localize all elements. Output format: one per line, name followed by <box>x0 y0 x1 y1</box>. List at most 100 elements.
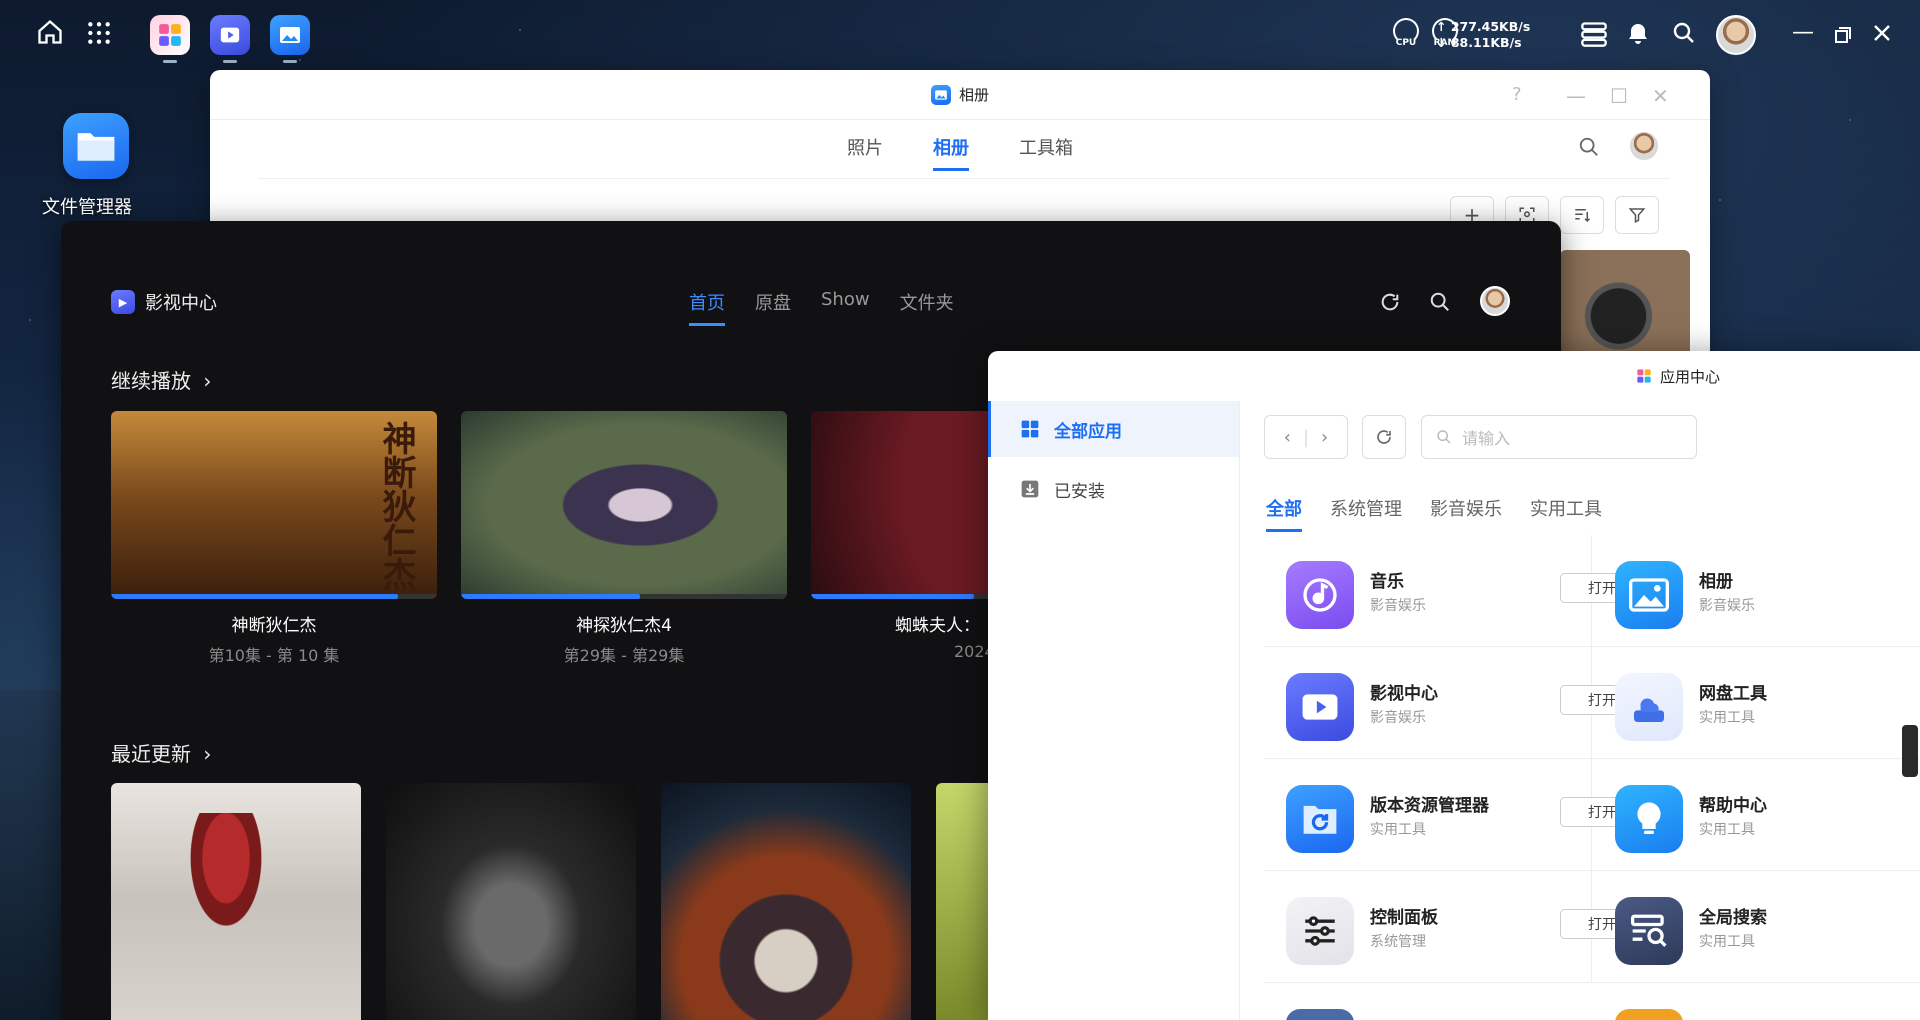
tab-albums[interactable]: 相册 <box>933 134 969 171</box>
app-item-control-panel[interactable]: 控制面板 系统管理 打开 <box>1264 871 1644 982</box>
refresh-icon <box>1377 430 1391 444</box>
maximize-icon[interactable]: ☐ <box>1610 84 1628 108</box>
running-indicator <box>163 60 177 63</box>
video-center-app-icon: ▶ <box>111 290 135 314</box>
app-item-version-manager[interactable]: 版本资源管理器 实用工具 打开 <box>1264 759 1644 870</box>
recent-updates-title: 最近更新 <box>111 742 191 766</box>
sort-button[interactable] <box>1560 196 1604 234</box>
video-episode: 第29集 - 第29集 <box>563 646 685 665</box>
app-center-sidebar: 全部应用 已安装 <box>988 401 1240 1020</box>
refresh-icon[interactable] <box>1379 291 1401 318</box>
app-row: 版本资源管理器 实用工具 打开 帮助中心 实用工具 <box>1264 759 1920 871</box>
search-icon <box>1437 430 1451 444</box>
server-icon[interactable] <box>1580 21 1608 52</box>
album-app-icon <box>930 84 951 105</box>
chevron-left-icon[interactable]: ‹ <box>1284 427 1291 448</box>
app-center-window: 应用中心 全部应用 已安装 ‹ | › 请输入 全部 系统管理 影音娱乐 实用工… <box>988 351 1920 1020</box>
video-thumbnail <box>461 411 787 599</box>
app-item-global-search[interactable]: 全局搜索 实用工具 <box>1593 871 1920 982</box>
close-icon[interactable]: ✕ <box>1652 84 1669 108</box>
lightbulb-icon <box>1615 785 1683 853</box>
video-center-title: 影视中心 <box>145 293 217 314</box>
dock-app-center[interactable] <box>150 15 190 55</box>
app-item-cloud-drive[interactable]: 网盘工具 实用工具 <box>1593 647 1920 758</box>
tab-system[interactable]: 系统管理 <box>1330 495 1402 532</box>
poster-card[interactable] <box>936 783 996 1020</box>
user-avatar[interactable] <box>1716 15 1756 55</box>
app-item-help-center[interactable]: 帮助中心 实用工具 <box>1593 759 1920 870</box>
app-category: 影音娱乐 <box>1370 598 1426 614</box>
app-category: 实用工具 <box>1699 710 1755 726</box>
network-speed: ↑ 277.45KB/s ↓ 88.11KB/s <box>1436 19 1530 51</box>
dock-video-center[interactable] <box>210 15 250 55</box>
upload-speed: ↑ 277.45KB/s <box>1436 19 1531 34</box>
video-user-avatar[interactable] <box>1480 286 1510 316</box>
help-icon[interactable]: ? <box>1512 84 1522 105</box>
close-icon[interactable] <box>1872 22 1892 48</box>
app-search-input[interactable]: 请输入 <box>1421 415 1697 459</box>
video-title: 神探狄仁杰4 <box>576 616 672 636</box>
minimize-icon[interactable]: — <box>1566 84 1586 108</box>
video-nav: 首页 原盘 Show 文件夹 <box>689 289 954 326</box>
continue-card[interactable]: 神断狄仁杰 神断狄仁杰 第10集 - 第 10 集 <box>111 411 437 666</box>
download-icon <box>1021 480 1039 498</box>
video-search-icon[interactable] <box>1429 291 1451 318</box>
tab-utilities[interactable]: 实用工具 <box>1530 495 1602 532</box>
restore-icon[interactable] <box>1834 23 1852 49</box>
app-item-video-center[interactable]: 影视中心 影音娱乐 打开 <box>1264 647 1644 758</box>
side-drag-handle[interactable] <box>1902 725 1918 777</box>
grid-icon <box>1021 420 1039 438</box>
restore-icon <box>1286 785 1354 853</box>
running-indicator <box>283 60 297 63</box>
bell-icon[interactable] <box>1626 21 1650 52</box>
music-icon <box>1286 561 1354 629</box>
recent-updates-header[interactable]: 最近更新 › <box>111 738 211 767</box>
app-name: 网盘工具 <box>1699 684 1767 704</box>
nav-show[interactable]: Show <box>821 289 870 326</box>
chevron-right-icon: › <box>203 742 212 766</box>
refresh-button[interactable] <box>1362 415 1406 459</box>
app-row: 音乐 影音娱乐 打开 相册 影音娱乐 <box>1264 535 1920 647</box>
minimize-icon[interactable]: — <box>1792 22 1814 44</box>
sidebar-item-installed[interactable]: 已安装 <box>988 461 1239 517</box>
poster-card[interactable] <box>111 783 361 1020</box>
search-icon[interactable] <box>1672 21 1696 50</box>
tab-toolbox[interactable]: 工具箱 <box>1019 134 1073 171</box>
poster-calligraphy: 神断狄仁杰 <box>376 421 416 591</box>
file-manager-desktop-icon[interactable] <box>63 113 129 179</box>
app-center-title: 应用中心 <box>1659 367 1720 386</box>
cpu-gauge[interactable]: CPU <box>1390 18 1422 50</box>
app-center-titlebar[interactable]: 应用中心 <box>988 351 1920 401</box>
video-episode: 第10集 - 第 10 集 <box>208 646 340 665</box>
dock-album[interactable] <box>270 15 310 55</box>
album-search-icon[interactable] <box>1578 136 1600 162</box>
poster-card[interactable] <box>661 783 911 1020</box>
tab-photos[interactable]: 照片 <box>847 134 883 171</box>
file-manager-label[interactable]: 文件管理器 <box>42 193 132 219</box>
app-center-icon <box>1637 369 1651 383</box>
poster-card[interactable] <box>386 783 636 1020</box>
progress-bar <box>111 594 398 599</box>
progress-bar <box>811 594 974 599</box>
nav-home[interactable]: 首页 <box>689 289 725 326</box>
app-name: 相册 <box>1699 572 1733 592</box>
filter-button[interactable] <box>1615 196 1659 234</box>
continue-card[interactable]: 神探狄仁杰4 第29集 - 第29集 <box>461 411 787 666</box>
app-item-album[interactable]: 相册 影音娱乐 <box>1593 535 1920 646</box>
tab-all[interactable]: 全部 <box>1266 495 1302 532</box>
nav-bluray[interactable]: 原盘 <box>755 289 791 326</box>
app-category: 影音娱乐 <box>1699 598 1755 614</box>
continue-watching-header[interactable]: 继续播放 › <box>111 365 211 394</box>
chevron-right-icon[interactable]: › <box>1321 427 1328 448</box>
nav-folder[interactable]: 文件夹 <box>900 289 954 326</box>
chevron-right-icon: › <box>203 369 212 393</box>
app-item-music[interactable]: 音乐 影音娱乐 打开 <box>1264 535 1644 646</box>
back-forward-buttons[interactable]: ‹ | › <box>1264 415 1348 459</box>
tab-media[interactable]: 影音娱乐 <box>1430 495 1502 532</box>
album-user-avatar[interactable] <box>1628 130 1660 162</box>
album-titlebar[interactable]: 相册 ? — ☐ ✕ <box>210 70 1710 120</box>
poster-figure <box>171 813 281 963</box>
app-grid-icon[interactable] <box>86 20 112 51</box>
home-icon[interactable] <box>36 18 64 51</box>
sidebar-item-all-apps[interactable]: 全部应用 <box>988 401 1239 457</box>
